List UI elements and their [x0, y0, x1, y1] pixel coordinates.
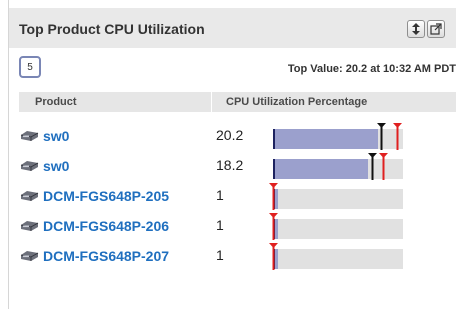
cpu-bar-track [273, 123, 403, 150]
column-divider [211, 92, 212, 112]
cpu-value: 1 [216, 247, 224, 263]
top-count-selector[interactable]: 5 [19, 56, 41, 78]
table-row: sw0 18.2 [19, 150, 456, 180]
cpu-utilization-widget: Top Product CPU Utilization 5 Top Value:… [8, 0, 456, 309]
product-link[interactable]: DCM-FGS648P-205 [43, 188, 169, 204]
top-value-label: Top Value: 20.2 at 10:32 AM PDT [287, 63, 456, 75]
table-row: sw0 20.2 [19, 120, 456, 150]
product-link[interactable]: sw0 [43, 128, 69, 144]
max-marker [393, 123, 402, 150]
average-marker [377, 123, 386, 150]
max-marker [269, 243, 278, 270]
move-button[interactable] [407, 20, 425, 38]
popout-icon [430, 23, 442, 35]
switch-device-icon [20, 221, 39, 231]
widget-header: Top Product CPU Utilization [9, 8, 456, 48]
switch-device-icon [20, 251, 39, 261]
max-marker [269, 183, 278, 210]
table-row: DCM-FGS648P-206 1 [19, 210, 456, 240]
product-link[interactable]: DCM-FGS648P-206 [43, 218, 169, 234]
column-header-product[interactable]: Product [35, 96, 77, 108]
cpu-value: 1 [216, 187, 224, 203]
popout-button[interactable] [427, 20, 445, 38]
move-icon [412, 23, 420, 35]
cpu-bar-fill [273, 159, 368, 179]
cpu-value: 20.2 [216, 127, 244, 143]
cpu-bar-track [269, 213, 403, 240]
widget-title: Top Product CPU Utilization [19, 21, 205, 37]
max-marker [269, 213, 278, 240]
max-marker [379, 153, 388, 180]
cpu-bar-fill [273, 129, 378, 149]
column-header-cpu[interactable]: CPU Utilization Percentage [226, 96, 367, 108]
cpu-value: 18.2 [216, 157, 244, 173]
average-marker [368, 153, 377, 180]
switch-device-icon [20, 161, 39, 171]
switch-device-icon [20, 191, 39, 201]
column-header-row: Product CPU Utilization Percentage [19, 92, 456, 112]
product-link[interactable]: DCM-FGS648P-207 [43, 248, 169, 264]
switch-device-icon [20, 131, 39, 141]
cpu-bar-track [269, 243, 403, 270]
cpu-value: 1 [216, 217, 224, 233]
table-row: DCM-FGS648P-207 1 [19, 240, 456, 270]
cpu-bar-track [269, 183, 403, 210]
cpu-bar-track [273, 153, 403, 180]
product-link[interactable]: sw0 [43, 158, 69, 174]
table-row: DCM-FGS648P-205 1 [19, 180, 456, 210]
